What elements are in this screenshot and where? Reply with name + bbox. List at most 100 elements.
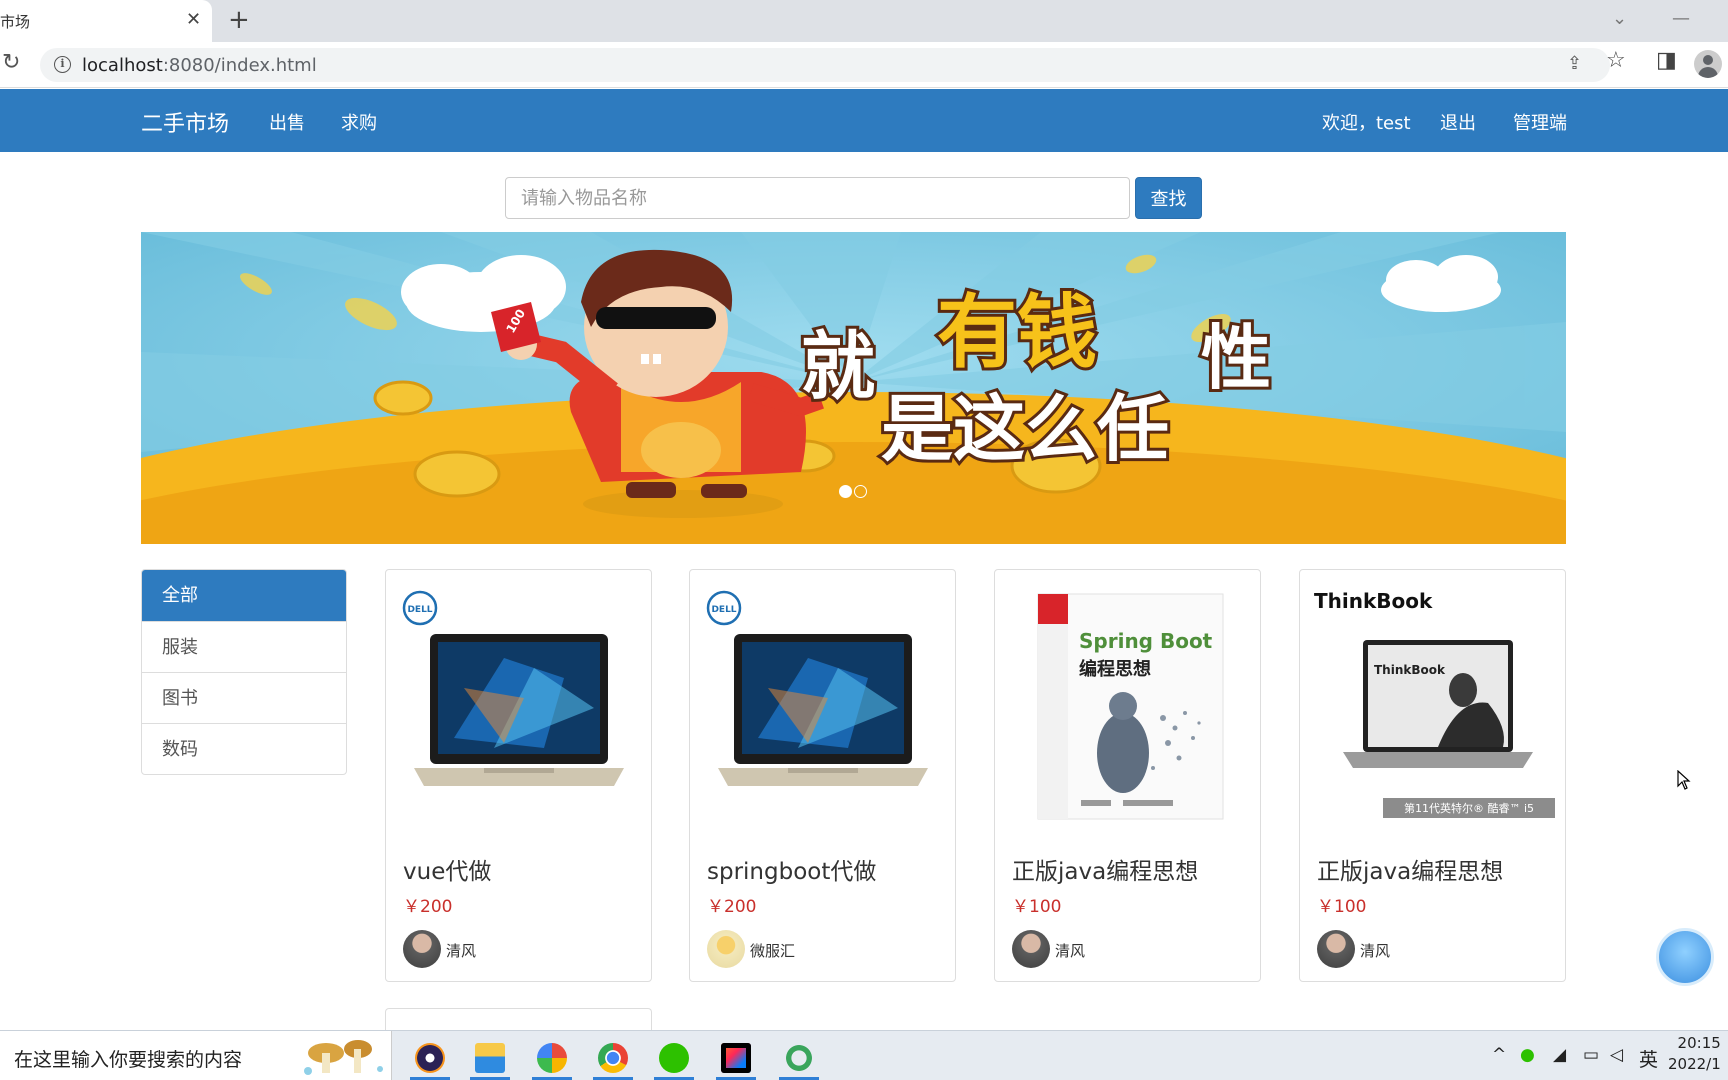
url-text: localhost:8080/index.html [82,55,317,76]
category-list: 全部 服装 图书 数码 [141,569,347,775]
search-input[interactable] [505,177,1130,219]
thinkbook-screen-text: ThinkBook [1374,663,1446,677]
url-path: :8080/index.html [162,55,317,76]
taskbar-app-chrome[interactable] [587,1036,639,1080]
thinkbook-logo-text: ThinkBook [1314,589,1433,613]
banner-headline-right: 性 [1201,317,1271,399]
nav-buy-request-link[interactable]: 求购 [341,109,377,135]
product-card[interactable]: ThinkBook ThinkBook 第11代英特尔® 酷睿™ i5 正版ja… [1299,569,1566,982]
product-card[interactable]: Spring Boot 编程思想 正版java编程思想 ￥100 清风 [994,569,1261,982]
product-image: Spring Boot 编程思想 [1003,578,1252,823]
product-image: DELL [698,578,947,823]
product-title[interactable]: 正版java编程思想 [1012,852,1198,886]
chrome-icon [598,1043,628,1073]
carousel-dot-2[interactable] [854,485,867,498]
taskbar-app-navicat[interactable] [773,1036,825,1080]
intellij-icon [721,1043,751,1073]
mushroom-decoration-icon [304,1040,383,1075]
tray-battery-icon[interactable]: ▭ [1583,1045,1599,1065]
banner-carousel[interactable]: 100 就 有钱 性 是这么任 [141,232,1566,544]
taskbar-app-color-browser[interactable] [526,1036,578,1080]
folder-icon [475,1043,505,1073]
seller-avatar [1012,930,1050,968]
book-title-text: Spring Boot [1079,629,1213,653]
banner-illustration: 100 就 有钱 性 是这么任 [141,232,1566,544]
product-price: ￥100 [1317,897,1367,917]
seller-name: 清风 [1055,942,1086,960]
browser-tab[interactable]: 市场 ✕ [0,0,212,42]
url-host: localhost [82,55,163,76]
bookmark-star-icon[interactable]: ☆ [1606,48,1626,73]
product-image: DELL [394,578,643,823]
product-image: ThinkBook ThinkBook 第11代英特尔® 酷睿™ i5 [1308,578,1557,823]
side-panel-icon[interactable]: ◨ [1656,48,1677,73]
os-taskbar: 在这里输入你要搜索的内容 ^ ● ◢ ▭ ◁ 英 20:15 2022/1 [0,1030,1728,1080]
site-info-icon[interactable]: i [54,56,71,73]
tray-ime-indicator[interactable]: 英 [1639,1045,1658,1072]
product-price: ￥200 [403,897,453,917]
cpu-badge-text: 第11代英特尔® 酷睿™ i5 [1404,801,1534,815]
category-item-all[interactable]: 全部 [142,570,346,621]
tray-network-icon[interactable]: ◢ [1553,1045,1566,1065]
new-tab-button[interactable]: + [228,5,250,35]
clock-date: 2022/1 [1668,1055,1721,1073]
banner-headline-top: 有钱 [937,286,1097,379]
wechat-icon [659,1043,689,1073]
tray-volume-icon[interactable]: ◁ [1610,1045,1623,1065]
mouse-cursor-icon [1677,770,1691,790]
banner-headline-left: 就 [801,324,875,410]
seller-avatar [403,930,441,968]
nav-sell-link[interactable]: 出售 [269,109,305,135]
share-icon[interactable]: ⇪ [1567,53,1582,74]
colorful-browser-icon [537,1043,567,1073]
taskbar-app-file-explorer[interactable] [464,1036,516,1080]
product-title[interactable]: 正版java编程思想 [1317,852,1503,886]
site-brand[interactable]: 二手市场 [141,106,229,138]
logout-link[interactable]: 退出 [1440,109,1476,135]
seller-name: 清风 [446,942,477,960]
banner-headline-bottom: 是这么任 [881,387,1169,471]
address-bar-row: ↻ i localhost:8080/index.html ⇪ ☆ ◨ [0,42,1728,88]
taskbar-app-wechat[interactable] [648,1036,700,1080]
navicat-icon [784,1043,814,1073]
omnibox[interactable]: i localhost:8080/index.html ⇪ [40,48,1610,82]
category-item-digital[interactable]: 数码 [142,723,346,774]
welcome-user-text[interactable]: 欢迎，test [1322,109,1411,135]
tab-title: 市场 [0,13,31,31]
floating-assistant-button[interactable] [1656,928,1714,986]
carousel-dot-1[interactable] [839,485,852,498]
eclipse-icon [415,1043,445,1073]
product-price: ￥200 [707,897,757,917]
seller-avatar [1317,930,1355,968]
product-price: ￥100 [1012,897,1062,917]
browser-tab-bar: 市场 ✕ + ⌄ — [0,0,1728,42]
taskbar-search-text: 在这里输入你要搜索的内容 [14,1049,243,1071]
product-card[interactable]: DELL springboot代做 ￥200 微服汇 [689,569,956,982]
taskbar-search-box[interactable]: 在这里输入你要搜索的内容 [0,1031,392,1080]
tray-wechat-icon[interactable]: ● [1520,1045,1535,1065]
seller-avatar [707,930,745,968]
product-card[interactable]: DELL vue代做 ￥200 清风 [385,569,652,982]
tray-clock[interactable]: 20:15 2022/1 [1668,1033,1721,1075]
product-title[interactable]: springboot代做 [707,852,876,886]
taskbar-app-eclipse[interactable] [404,1036,456,1080]
tab-close-icon[interactable]: ✕ [186,9,201,30]
category-item-clothing[interactable]: 服装 [142,621,346,672]
tab-search-chevron-icon[interactable]: ⌄ [1612,8,1627,29]
book-subtitle-text: 编程思想 [1079,658,1151,680]
product-title[interactable]: vue代做 [403,852,491,886]
reload-icon[interactable]: ↻ [2,50,20,75]
minimize-icon[interactable]: — [1672,8,1690,29]
dell-logo-text: DELL [407,605,432,615]
dell-logo-text: DELL [711,605,736,615]
admin-link[interactable]: 管理端 [1513,109,1567,135]
profile-avatar-icon[interactable] [1694,50,1722,78]
search-button[interactable]: 查找 [1135,177,1202,219]
seller-name: 清风 [1360,942,1391,960]
category-item-books[interactable]: 图书 [142,672,346,723]
seller-name: 微服汇 [750,942,796,960]
site-navbar: 二手市场 出售 求购 欢迎，test 退出 管理端 [0,89,1728,152]
tray-overflow-chevron-icon[interactable]: ^ [1492,1045,1506,1065]
taskbar-app-intellij[interactable] [710,1036,762,1080]
clock-time: 20:15 [1677,1034,1721,1052]
